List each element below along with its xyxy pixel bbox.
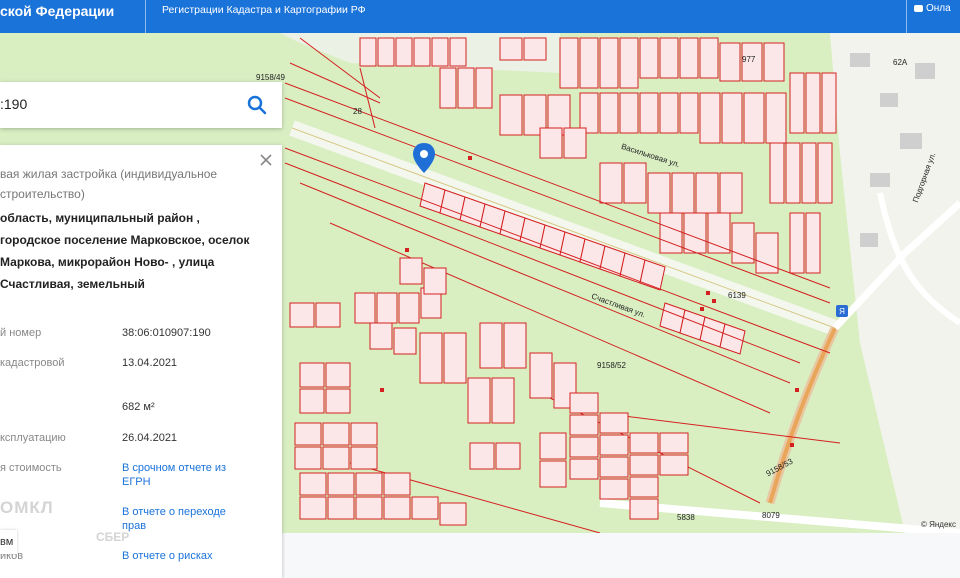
road-badge-icon: Я [836,305,848,317]
cadastral-value-label: я стоимость [0,462,62,474]
land-use-description: вая жилая застройка (индивидуальное стро… [0,167,218,201]
close-icon[interactable] [259,153,273,167]
svg-text:Я: Я [839,307,845,316]
online-chat-label: Онла [926,3,951,14]
map-label: 28 [353,107,362,116]
header-divider [145,0,146,33]
map-label: 9158/49 [256,73,285,82]
parcel-address: область, муниципальный район , городское… [0,211,250,291]
area-value: 682 м² [122,401,155,413]
watermark-logo: ОМКЛ [0,498,54,517]
egrn-report-link[interactable]: В срочном отчете из ЕГРН [122,461,232,489]
map-label: 9158/52 [597,361,626,370]
header-divider [906,0,907,33]
header-subtitle[interactable]: Регистрации Кадастра и Картографии РФ [162,4,366,16]
map-label: 8079 [762,511,780,520]
header-title: ской Федерации [0,3,115,19]
cadastral-number-value: 38:06:010907:190 [122,327,211,339]
search-bar[interactable]: :190 [0,82,282,128]
map-label: 5838 [677,513,695,522]
search-input[interactable]: :190 [0,96,27,112]
map-copyright[interactable]: © Яндекс [921,520,956,529]
map-label: 6139 [728,291,746,300]
risks-report-link[interactable]: В отчете о рисках [122,549,213,563]
online-chat-button[interactable]: Онла [914,3,951,14]
cadastral-date-value: 13.04.2021 [122,357,178,369]
chat-icon [914,5,923,12]
top-header: ской Федерации Регистрации Кадастра и Ка… [0,0,960,33]
commissioning-label: ксплуатацию [0,432,66,444]
commissioning-value: 26.04.2021 [122,432,178,444]
map-label: 977 [742,55,756,64]
transfer-report-link[interactable]: В отчете о переходе прав [122,505,227,533]
cadastral-date-label: кадастровой [0,357,65,369]
side-chip-button[interactable]: вм [0,530,17,554]
map-label: 62А [893,58,908,67]
watermark-sub: СБЕР [96,530,130,544]
search-icon[interactable] [247,95,267,115]
cadastral-number-label: й номер [0,327,42,339]
